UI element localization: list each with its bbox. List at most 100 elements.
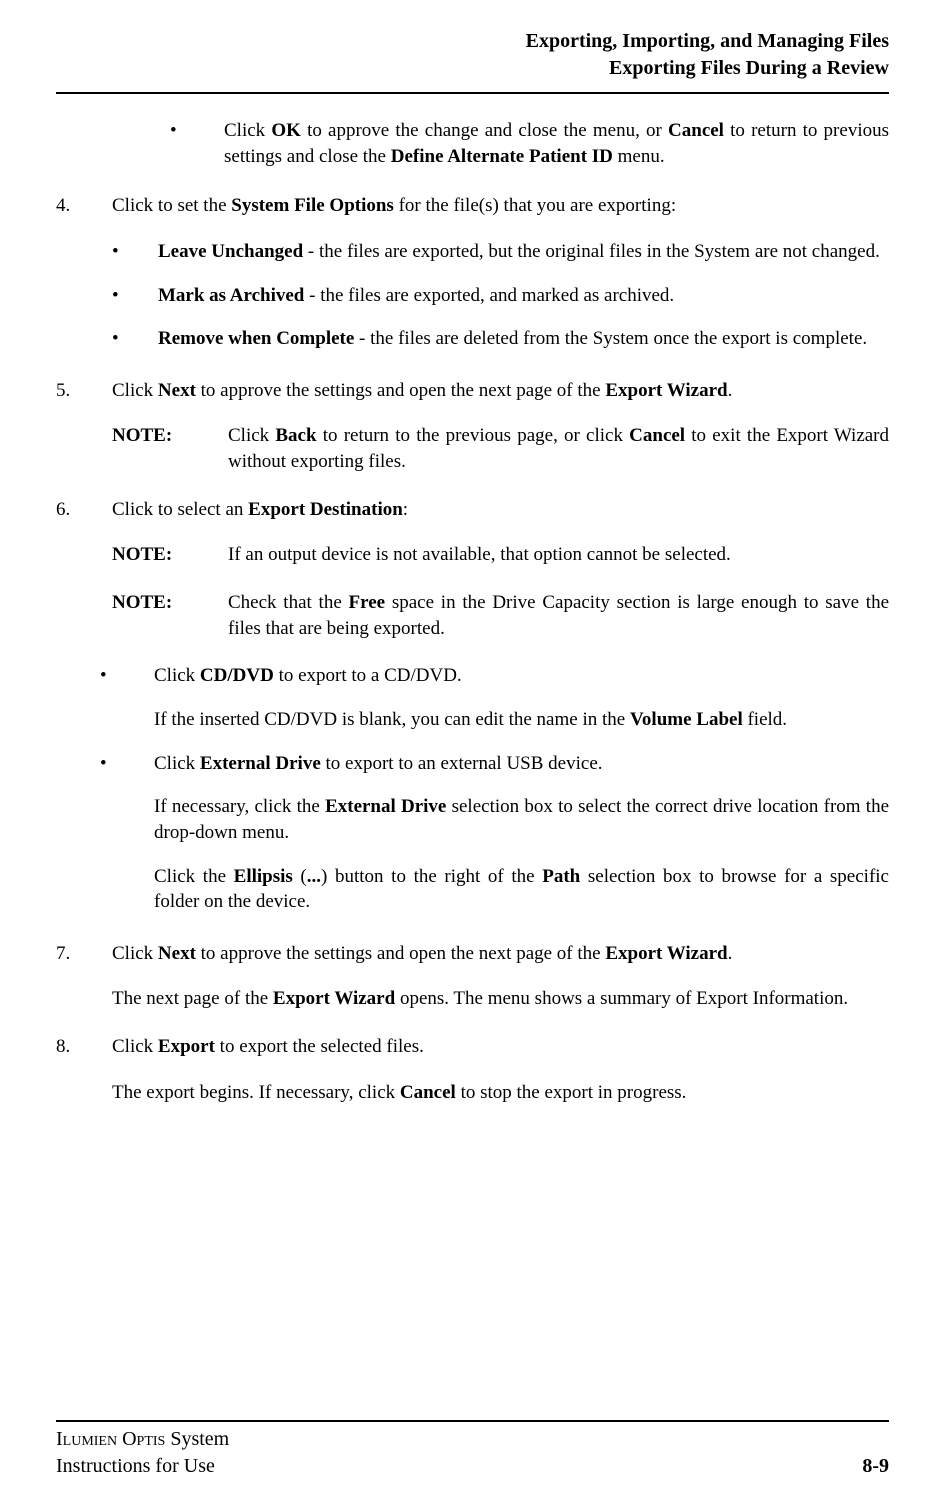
text: Click to select an xyxy=(112,499,248,520)
bold: System File Options xyxy=(231,195,394,216)
step-number: 7. xyxy=(56,941,112,967)
bullet-marker: • xyxy=(112,283,158,309)
text: opens. The menu shows a summary of Expor… xyxy=(395,988,848,1009)
content-area: • Click OK to approve the change and clo… xyxy=(56,118,889,1105)
text: to export to an external USB device. xyxy=(321,753,603,774)
text: System xyxy=(165,1428,229,1450)
bullet-text: Click OK to approve the change and close… xyxy=(224,118,889,169)
step-text: Click Next to approve the settings and o… xyxy=(112,941,889,967)
bold: OK xyxy=(271,120,301,141)
step4-option-mark-archived: • Mark as Archived - the files are expor… xyxy=(112,283,889,309)
bold: Export Wizard xyxy=(605,380,727,401)
bullet-text: Mark as Archived - the files are exporte… xyxy=(158,283,889,309)
text: to approve the settings and open the nex… xyxy=(196,943,605,964)
text: ) button to the right of the xyxy=(321,866,542,887)
text: Click xyxy=(228,425,275,446)
bold: Remove when Complete xyxy=(158,328,354,349)
step-number: 8. xyxy=(56,1034,112,1060)
step-text: Click to set the System File Options for… xyxy=(112,193,889,219)
page-footer: Ilumien Optis System Instructions for Us… xyxy=(56,1420,889,1480)
bold: Volume Label xyxy=(630,709,743,730)
text: : xyxy=(403,499,408,520)
bullet-text: Click External Drive to export to an ext… xyxy=(154,751,889,777)
step-number: 6. xyxy=(56,497,112,523)
bold: CD/DVD xyxy=(200,665,274,686)
text: field. xyxy=(743,709,787,730)
bullet-marker: • xyxy=(100,663,154,689)
page-header: Exporting, Importing, and Managing Files… xyxy=(56,28,889,82)
bold: Export Destination xyxy=(248,499,403,520)
step-number: 4. xyxy=(56,193,112,219)
bold: Cancel xyxy=(400,1082,456,1103)
step-5: 5. Click Next to approve the settings an… xyxy=(56,378,889,404)
text: The export begins. If necessary, click xyxy=(112,1082,400,1103)
step-4: 4. Click to set the System File Options … xyxy=(56,193,889,219)
text: to export to a CD/DVD. xyxy=(274,665,462,686)
bold: Cancel xyxy=(629,425,685,446)
text: Click xyxy=(154,753,200,774)
bold: Back xyxy=(275,425,316,446)
text: If the inserted CD/DVD is blank, you can… xyxy=(154,709,630,730)
step4-option-remove-complete: • Remove when Complete - the files are d… xyxy=(112,326,889,352)
note-label: NOTE: xyxy=(112,542,228,568)
text: to export the selected files. xyxy=(215,1036,424,1057)
text: to approve the settings and open the nex… xyxy=(196,380,605,401)
text: Click to set the xyxy=(112,195,231,216)
step6-ext-sub1: If necessary, click the External Drive s… xyxy=(154,794,889,845)
text: Click xyxy=(224,120,271,141)
product-name: Ilumien Optis System xyxy=(56,1428,229,1450)
smallcaps: Optis xyxy=(122,1428,165,1450)
text: Click the xyxy=(154,866,234,887)
text: Click xyxy=(112,380,158,401)
step6-external-drive: • Click External Drive to export to an e… xyxy=(100,751,889,777)
bullet-marker: • xyxy=(112,326,158,352)
bold: Cancel xyxy=(668,120,724,141)
footer-subtitle: Instructions for Use xyxy=(56,1455,215,1477)
step6-cd-dvd: • Click CD/DVD to export to a CD/DVD. xyxy=(100,663,889,689)
bullet-marker: • xyxy=(112,239,158,265)
step4-option-leave-unchanged: • Leave Unchanged - the files are export… xyxy=(112,239,889,265)
text: . xyxy=(728,380,733,401)
bold: Next xyxy=(158,380,196,401)
text: Check that the xyxy=(228,592,349,613)
sub-bullet-ok-cancel: • Click OK to approve the change and clo… xyxy=(170,118,889,169)
note-text: Click Back to return to the previous pag… xyxy=(228,423,889,474)
header-title-2: Exporting Files During a Review xyxy=(56,55,889,82)
bold: Define Alternate Patient ID xyxy=(391,146,613,167)
bold: ... xyxy=(307,866,321,887)
bold: External Drive xyxy=(325,796,446,817)
footer-left: Ilumien Optis System Instructions for Us… xyxy=(56,1426,229,1480)
text: . xyxy=(728,943,733,964)
step7-body: The next page of the Export Wizard opens… xyxy=(112,986,889,1012)
text: for the file(s) that you are exporting: xyxy=(394,195,676,216)
bullet-text: Leave Unchanged - the files are exported… xyxy=(158,239,889,265)
step-7: 7. Click Next to approve the settings an… xyxy=(56,941,889,967)
bold: External Drive xyxy=(200,753,321,774)
text: The next page of the xyxy=(112,988,273,1009)
bullet-text: Remove when Complete - the files are del… xyxy=(158,326,889,352)
bullet-marker: • xyxy=(100,751,154,777)
note-output-unavailable: NOTE: If an output device is not availab… xyxy=(112,542,889,568)
note-free-space: NOTE: Check that the Free space in the D… xyxy=(112,590,889,641)
note-back-cancel: NOTE: Click Back to return to the previo… xyxy=(112,423,889,474)
bold: Export Wizard xyxy=(273,988,395,1009)
smallcaps: Ilumien xyxy=(56,1428,117,1450)
step-text: Click Next to approve the settings and o… xyxy=(112,378,889,404)
bold: Next xyxy=(158,943,196,964)
note-label: NOTE: xyxy=(112,423,228,474)
text: menu. xyxy=(613,146,665,167)
text: Click xyxy=(154,665,200,686)
bold: Path xyxy=(542,866,580,887)
step6-ext-sub2: Click the Ellipsis (...) button to the r… xyxy=(154,864,889,915)
step-number: 5. xyxy=(56,378,112,404)
step-text: Click Export to export the selected file… xyxy=(112,1034,889,1060)
page-number: 8-9 xyxy=(862,1453,889,1480)
bullet-text: Click CD/DVD to export to a CD/DVD. xyxy=(154,663,889,689)
bold: Leave Unchanged xyxy=(158,241,303,262)
step6-cd-sub: If the inserted CD/DVD is blank, you can… xyxy=(154,707,889,733)
text: - the files are exported, but the origin… xyxy=(303,241,880,262)
footer-row: Ilumien Optis System Instructions for Us… xyxy=(56,1426,889,1480)
header-title-1: Exporting, Importing, and Managing Files xyxy=(56,28,889,55)
text: Click xyxy=(112,943,158,964)
text: Click xyxy=(112,1036,158,1057)
